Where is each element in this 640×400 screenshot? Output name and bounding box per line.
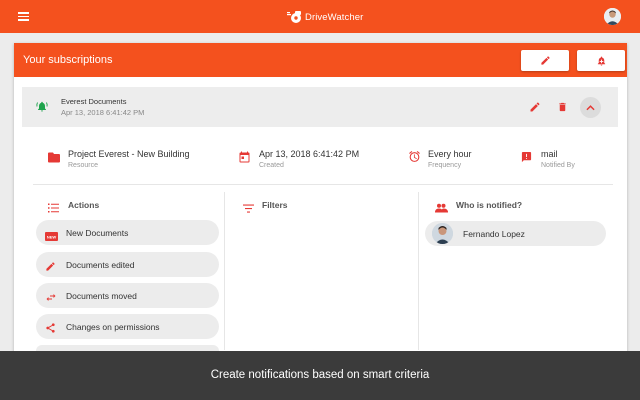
app-name: DriveWatcher	[305, 11, 364, 23]
list-icon	[48, 200, 59, 218]
column-divider	[418, 192, 419, 350]
menu-icon[interactable]	[18, 12, 29, 21]
edit-button[interactable]	[521, 50, 569, 71]
delete-icon[interactable]	[557, 100, 568, 118]
detail-value: Apr 13, 2018 6:41:42 PM	[259, 149, 360, 159]
new-badge-text: NEW	[47, 234, 57, 239]
share-icon	[45, 321, 56, 339]
subscription-name: Everest Documents	[61, 97, 127, 106]
detail-label: Notified By	[541, 162, 575, 169]
page-title: Your subscriptions	[23, 54, 113, 66]
action-changes-on-permissions[interactable]: Changes on permissions	[36, 314, 219, 339]
action-label: Changes on permissions	[66, 322, 160, 332]
detail-value: Project Everest - New Building	[68, 149, 190, 159]
collapse-button[interactable]	[580, 97, 601, 118]
detail-label: Resource	[68, 162, 98, 169]
action-label: New Documents	[66, 228, 129, 238]
detail-label: Frequency	[428, 162, 462, 169]
notified-heading: Who is notified?	[456, 200, 523, 210]
card-header: Your subscriptions	[14, 43, 627, 77]
brand: DriveWatcher	[286, 9, 363, 25]
notified-person[interactable]: Fernando Lopez	[425, 221, 606, 246]
pencil-icon	[540, 56, 550, 65]
detail-value: mail	[541, 149, 558, 159]
whistle-icon	[286, 10, 302, 24]
bell-plus-icon	[597, 56, 605, 66]
calendar-icon	[239, 150, 250, 168]
subscription-date: Apr 13, 2018 6:41:42 PM	[61, 108, 145, 117]
column-divider	[224, 192, 225, 350]
new-badge-icon: NEW	[45, 228, 58, 246]
action-documents-edited[interactable]: Documents edited	[36, 252, 219, 277]
chevron-up-icon	[586, 104, 595, 110]
folder-icon	[48, 150, 60, 168]
caption-text: Create notifications based on smart crit…	[210, 369, 430, 381]
subscription-row[interactable]: Everest Documents Apr 13, 2018 6:41:42 P…	[22, 87, 618, 127]
filter-icon	[243, 200, 254, 218]
action-documents-moved[interactable]: Documents moved	[36, 283, 219, 308]
pencil-icon	[45, 259, 56, 277]
detail-value: Every hour	[428, 149, 472, 159]
alarm-clock-icon	[408, 150, 421, 168]
person-name: Fernando Lopez	[463, 229, 525, 239]
avatar	[432, 223, 453, 244]
divider	[33, 184, 613, 185]
filters-heading: Filters	[262, 200, 288, 210]
swap-arrows-icon	[45, 290, 57, 308]
detail-label: Created	[259, 162, 284, 169]
action-new-documents[interactable]: NEW New Documents	[36, 220, 219, 245]
alert-icon	[521, 150, 532, 168]
caption-bar: Create notifications based on smart crit…	[0, 351, 640, 400]
edit-subscription-icon[interactable]	[529, 100, 541, 118]
app-bar: DriveWatcher	[0, 0, 640, 33]
people-icon	[435, 200, 448, 218]
add-alert-button[interactable]	[577, 50, 625, 71]
action-label: Documents edited	[66, 260, 135, 270]
bell-icon	[36, 100, 48, 118]
user-avatar[interactable]	[604, 8, 621, 25]
action-label: Documents moved	[66, 291, 137, 301]
actions-heading: Actions	[68, 200, 100, 210]
